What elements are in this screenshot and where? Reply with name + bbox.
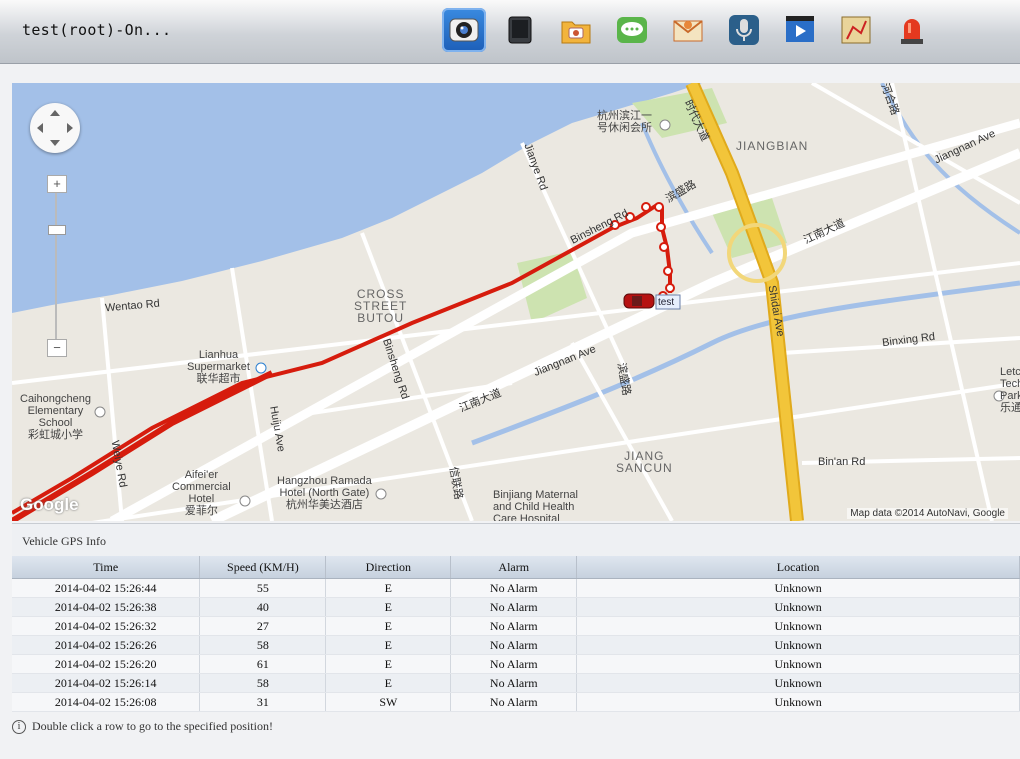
column-header-time[interactable]: Time (12, 556, 201, 579)
cell-location: Unknown (576, 673, 1020, 693)
cell-speed: 40 (199, 597, 327, 617)
window-title: test(root)-On... (22, 21, 172, 39)
cell-speed: 61 (199, 654, 327, 674)
cell-alarm: No Alarm (450, 673, 578, 693)
map-label-letc: Letc Tech Park 乐通 (1000, 366, 1020, 414)
cell-time: 2014-04-02 15:26:32 (12, 616, 201, 636)
alarm-light-icon (901, 19, 923, 44)
chat-icon (617, 17, 647, 43)
map-view[interactable]: 杭州滨江一 号休闲会所 JIANGBIAN 时代大道 滨盛路 Jianye Rd… (12, 83, 1020, 521)
cell-speed: 31 (199, 692, 327, 712)
tablet-button[interactable] (498, 8, 542, 52)
cell-location: Unknown (576, 616, 1020, 636)
info-icon: i (12, 719, 26, 734)
microphone-button[interactable] (722, 8, 766, 52)
map-attribution: Map data ©2014 AutoNavi, Google (847, 508, 1008, 519)
cell-location: Unknown (576, 597, 1020, 617)
pan-control[interactable] (30, 103, 80, 153)
microphone-icon (729, 15, 759, 45)
map-label-lianhua: Lianhua Supermarket 联华超市 (187, 349, 250, 385)
cell-location: Unknown (576, 692, 1020, 712)
cell-speed: 58 (199, 673, 327, 693)
map-label-ramada: Hangzhou Ramada Hotel (North Gate) 杭州华美达… (277, 475, 372, 511)
hint-text: Double click a row to go to the specifie… (32, 719, 273, 733)
cell-time: 2014-04-02 15:26:14 (12, 673, 201, 693)
map-label-jiangbian: JIANGBIAN (736, 139, 809, 153)
column-header-alarm[interactable]: Alarm (450, 556, 578, 579)
table-row[interactable]: 2014-04-02 15:26:38 40 E No Alarm Unknow… (12, 597, 1020, 617)
cell-time: 2014-04-02 15:26:20 (12, 654, 201, 674)
chat-button[interactable] (610, 8, 654, 52)
cell-time: 2014-04-02 15:26:08 (12, 692, 201, 712)
map-label-jiang-sancun: JIANG SANCUN (616, 449, 673, 475)
table-row[interactable]: 2014-04-02 15:26:08 31 SW No Alarm Unkno… (12, 692, 1020, 712)
zoom-slider-thumb[interactable] (48, 225, 66, 235)
map-label-maternal: Binjiang Maternal and Child Health Care … (493, 489, 578, 521)
map-route-icon (841, 16, 871, 44)
cell-location: Unknown (576, 654, 1020, 674)
pan-arrows-icon (37, 110, 73, 146)
mail-button[interactable] (666, 8, 710, 52)
cell-alarm: No Alarm (450, 578, 578, 598)
map-canvas (12, 83, 1020, 521)
cell-alarm: No Alarm (450, 597, 578, 617)
zoom-in-button[interactable]: + (47, 175, 67, 193)
cell-time: 2014-04-02 15:26:38 (12, 597, 201, 617)
zoom-out-button[interactable]: − (47, 339, 67, 357)
alarm-light-button[interactable] (890, 8, 934, 52)
title-bar: test(root)-On... (0, 0, 1020, 64)
map-label-binjiang-club: 杭州滨江一 号休闲会所 (597, 110, 652, 134)
cell-direction: E (325, 673, 452, 693)
cell-direction: E (325, 654, 452, 674)
map-label-cross-street: CROSS STREET BUTOU (354, 287, 408, 325)
column-header-direction[interactable]: Direction (325, 556, 452, 579)
photo-folder-icon (561, 21, 591, 44)
vehicle-label[interactable]: test (658, 297, 674, 308)
table-row[interactable]: 2014-04-02 15:26:14 58 E No Alarm Unknow… (12, 673, 1020, 693)
table-row[interactable]: 2014-04-02 15:26:44 55 E No Alarm Unknow… (12, 578, 1020, 598)
hint-bar: i Double click a row to go to the specif… (12, 719, 273, 734)
cell-direction: E (325, 578, 452, 598)
cell-speed: 55 (199, 578, 327, 598)
table-row[interactable]: 2014-04-02 15:26:20 61 E No Alarm Unknow… (12, 654, 1020, 674)
cell-location: Unknown (576, 635, 1020, 655)
photo-folder-button[interactable] (554, 8, 598, 52)
gps-panel-title: Vehicle GPS Info (22, 534, 106, 548)
cell-direction: E (325, 635, 452, 655)
cell-time: 2014-04-02 15:26:26 (12, 635, 201, 655)
cell-speed: 27 (199, 616, 327, 636)
cell-speed: 58 (199, 635, 327, 655)
camera-icon (449, 18, 479, 42)
cell-alarm: No Alarm (450, 616, 578, 636)
table-row[interactable]: 2014-04-02 15:26:32 27 E No Alarm Unknow… (12, 616, 1020, 636)
zoom-slider-track[interactable] (55, 183, 57, 349)
gps-info-panel: Vehicle GPS Info Time Speed (KM/H) Direc… (12, 523, 1020, 712)
column-header-location[interactable]: Location (576, 556, 1020, 579)
video-icon (786, 16, 814, 42)
google-logo: Google (20, 495, 79, 514)
mail-icon (673, 20, 703, 42)
map-label-aifeier: Aifei'er Commercial Hotel 爱菲尔 (172, 469, 231, 517)
video-button[interactable] (778, 8, 822, 52)
cell-time: 2014-04-02 15:26:44 (12, 578, 201, 598)
cell-location: Unknown (576, 578, 1020, 598)
map-label-caihong: Caihongcheng Elementary School 彩虹城小学 (20, 393, 91, 441)
table-row[interactable]: 2014-04-02 15:26:26 58 E No Alarm Unknow… (12, 635, 1020, 655)
column-header-speed[interactable]: Speed (KM/H) (199, 556, 327, 579)
camera-button[interactable] (442, 8, 486, 52)
map-label-binan: Bin'an Rd (818, 456, 866, 468)
cell-alarm: No Alarm (450, 692, 578, 712)
tablet-icon (508, 16, 532, 44)
cell-direction: E (325, 597, 452, 617)
cell-direction: E (325, 616, 452, 636)
gps-table: Time Speed (KM/H) Direction Alarm Locati… (12, 556, 1020, 712)
map-route-button[interactable] (834, 8, 878, 52)
cell-alarm: No Alarm (450, 635, 578, 655)
cell-direction: SW (325, 692, 452, 712)
cell-alarm: No Alarm (450, 654, 578, 674)
gps-table-header: Time Speed (KM/H) Direction Alarm Locati… (12, 556, 1020, 579)
